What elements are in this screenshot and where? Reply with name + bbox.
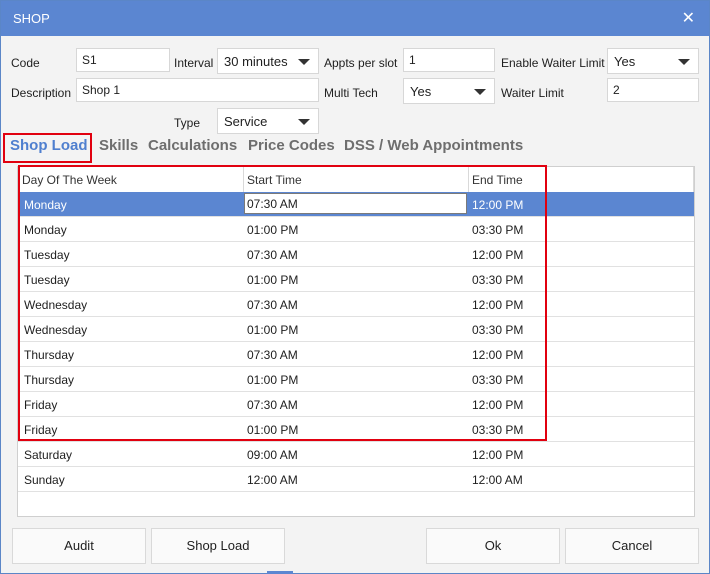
end-cell: 12:00 PM bbox=[472, 448, 524, 462]
day-cell: Thursday bbox=[24, 348, 75, 362]
end-cell: 12:00 PM bbox=[472, 198, 524, 212]
table-row[interactable]: Saturday 09:00 AM 12:00 PM bbox=[18, 442, 694, 467]
start-time-editor[interactable]: 07:30 AM bbox=[244, 193, 467, 214]
tab-skills[interactable]: Skills bbox=[99, 137, 138, 154]
enable-waiter-limit-label: Enable Waiter Limit bbox=[501, 56, 605, 70]
day-cell: Monday bbox=[24, 198, 67, 212]
day-cell: Tuesday bbox=[24, 248, 70, 262]
description-label: Description bbox=[11, 86, 72, 100]
interval-select[interactable]: 30 minutes bbox=[217, 48, 319, 74]
table-row[interactable]: Wednesday 01:00 PM 03:30 PM bbox=[18, 317, 694, 342]
chevron-down-icon bbox=[678, 59, 690, 65]
table-row[interactable]: Friday 07:30 AM 12:00 PM bbox=[18, 392, 694, 417]
table-row[interactable]: Monday 01:00 PM 03:30 PM bbox=[18, 217, 694, 242]
end-cell: 03:30 PM bbox=[472, 373, 524, 387]
multi-tech-label: Multi Tech bbox=[324, 86, 378, 100]
column-divider bbox=[243, 167, 244, 192]
window-title: SHOP bbox=[13, 11, 50, 26]
chevron-down-icon bbox=[298, 59, 310, 65]
day-cell: Saturday bbox=[24, 448, 73, 462]
active-tab-highlight bbox=[3, 133, 92, 163]
type-select[interactable]: Service bbox=[217, 108, 319, 134]
cancel-button[interactable]: Cancel bbox=[565, 528, 699, 564]
column-header-end[interactable]: End Time bbox=[472, 173, 523, 187]
title-bar: SHOP ✕ bbox=[1, 1, 709, 36]
start-cell: 01:00 PM bbox=[247, 373, 299, 387]
start-cell: 12:00 AM bbox=[247, 473, 298, 487]
start-cell: 07:30 AM bbox=[247, 298, 298, 312]
interval-label: Interval bbox=[174, 56, 214, 70]
day-cell: Monday bbox=[24, 223, 67, 237]
end-cell: 12:00 PM bbox=[472, 298, 524, 312]
multi-tech-value: Yes bbox=[410, 84, 432, 99]
shop-dialog: SHOP ✕ Code S1 Interval 30 minutes Appts… bbox=[0, 0, 710, 574]
chevron-down-icon bbox=[298, 119, 310, 125]
end-cell: 03:30 PM bbox=[472, 423, 524, 437]
interval-value: 30 minutes bbox=[224, 54, 288, 69]
start-cell: 07:30 AM bbox=[247, 248, 298, 262]
table-row[interactable]: Sunday 12:00 AM 12:00 AM bbox=[18, 467, 694, 492]
table-row[interactable]: Friday 01:00 PM 03:30 PM bbox=[18, 417, 694, 442]
end-cell: 12:00 PM bbox=[472, 248, 524, 262]
start-cell: 01:00 PM bbox=[247, 323, 299, 337]
shop-load-grid[interactable]: Day Of The Week Start Time End Time Mond… bbox=[17, 166, 695, 517]
start-cell: 09:00 AM bbox=[247, 448, 298, 462]
table-row[interactable]: Wednesday 07:30 AM 12:00 PM bbox=[18, 292, 694, 317]
grid-header: Day Of The Week Start Time End Time bbox=[18, 167, 694, 193]
table-row[interactable]: Tuesday 01:00 PM 03:30 PM bbox=[18, 267, 694, 292]
waiter-limit-field[interactable]: 2 bbox=[607, 78, 699, 102]
audit-button[interactable]: Audit bbox=[12, 528, 146, 564]
enable-waiter-limit-select[interactable]: Yes bbox=[607, 48, 699, 74]
day-cell: Wednesday bbox=[24, 323, 88, 337]
start-time-value: 07:30 AM bbox=[247, 197, 298, 211]
table-row[interactable]: Tuesday 07:30 AM 12:00 PM bbox=[18, 242, 694, 267]
end-cell: 12:00 PM bbox=[472, 348, 524, 362]
multi-tech-select[interactable]: Yes bbox=[403, 78, 495, 104]
table-row[interactable]: Monday 07:30 AM 12:00 PM bbox=[18, 192, 694, 217]
column-divider bbox=[468, 167, 469, 192]
chevron-down-icon bbox=[474, 89, 486, 95]
description-field[interactable]: Shop 1 bbox=[76, 78, 319, 102]
appts-per-slot-field[interactable]: 1 bbox=[403, 48, 495, 72]
end-cell: 12:00 AM bbox=[472, 473, 523, 487]
column-divider bbox=[693, 167, 694, 192]
close-icon[interactable]: ✕ bbox=[682, 8, 695, 28]
ok-button[interactable]: Ok bbox=[426, 528, 560, 564]
shop-load-button[interactable]: Shop Load bbox=[151, 528, 285, 564]
start-cell: 07:30 AM bbox=[247, 348, 298, 362]
enable-waiter-limit-value: Yes bbox=[614, 54, 636, 69]
end-cell: 03:30 PM bbox=[472, 223, 524, 237]
column-header-start[interactable]: Start Time bbox=[247, 173, 302, 187]
day-cell: Wednesday bbox=[24, 298, 88, 312]
type-label: Type bbox=[174, 116, 201, 130]
start-cell: 01:00 PM bbox=[247, 423, 299, 437]
end-cell: 03:30 PM bbox=[472, 323, 524, 337]
day-cell: Thursday bbox=[24, 373, 75, 387]
tab-dss-web-appointments[interactable]: DSS / Web Appointments bbox=[344, 137, 523, 154]
appts-per-slot-label: Appts per slot bbox=[324, 56, 398, 70]
waiter-limit-label: Waiter Limit bbox=[501, 86, 564, 100]
day-cell: Sunday bbox=[24, 473, 65, 487]
tab-price-codes[interactable]: Price Codes bbox=[248, 137, 335, 154]
type-value: Service bbox=[224, 114, 268, 129]
table-row[interactable]: Thursday 01:00 PM 03:30 PM bbox=[18, 367, 694, 392]
code-field[interactable]: S1 bbox=[76, 48, 170, 72]
day-cell: Friday bbox=[24, 423, 58, 437]
table-row[interactable]: Thursday 07:30 AM 12:00 PM bbox=[18, 342, 694, 367]
start-cell: 07:30 AM bbox=[247, 398, 298, 412]
end-cell: 12:00 PM bbox=[472, 398, 524, 412]
end-cell: 03:30 PM bbox=[472, 273, 524, 287]
day-cell: Friday bbox=[24, 398, 58, 412]
day-cell: Tuesday bbox=[24, 273, 70, 287]
column-header-day[interactable]: Day Of The Week bbox=[22, 173, 117, 187]
tab-strip: Shop Load Skills Calculations Price Code… bbox=[1, 137, 709, 163]
start-cell: 01:00 PM bbox=[247, 273, 299, 287]
code-label: Code bbox=[11, 56, 40, 70]
tab-calculations[interactable]: Calculations bbox=[148, 137, 237, 154]
start-cell: 01:00 PM bbox=[247, 223, 299, 237]
